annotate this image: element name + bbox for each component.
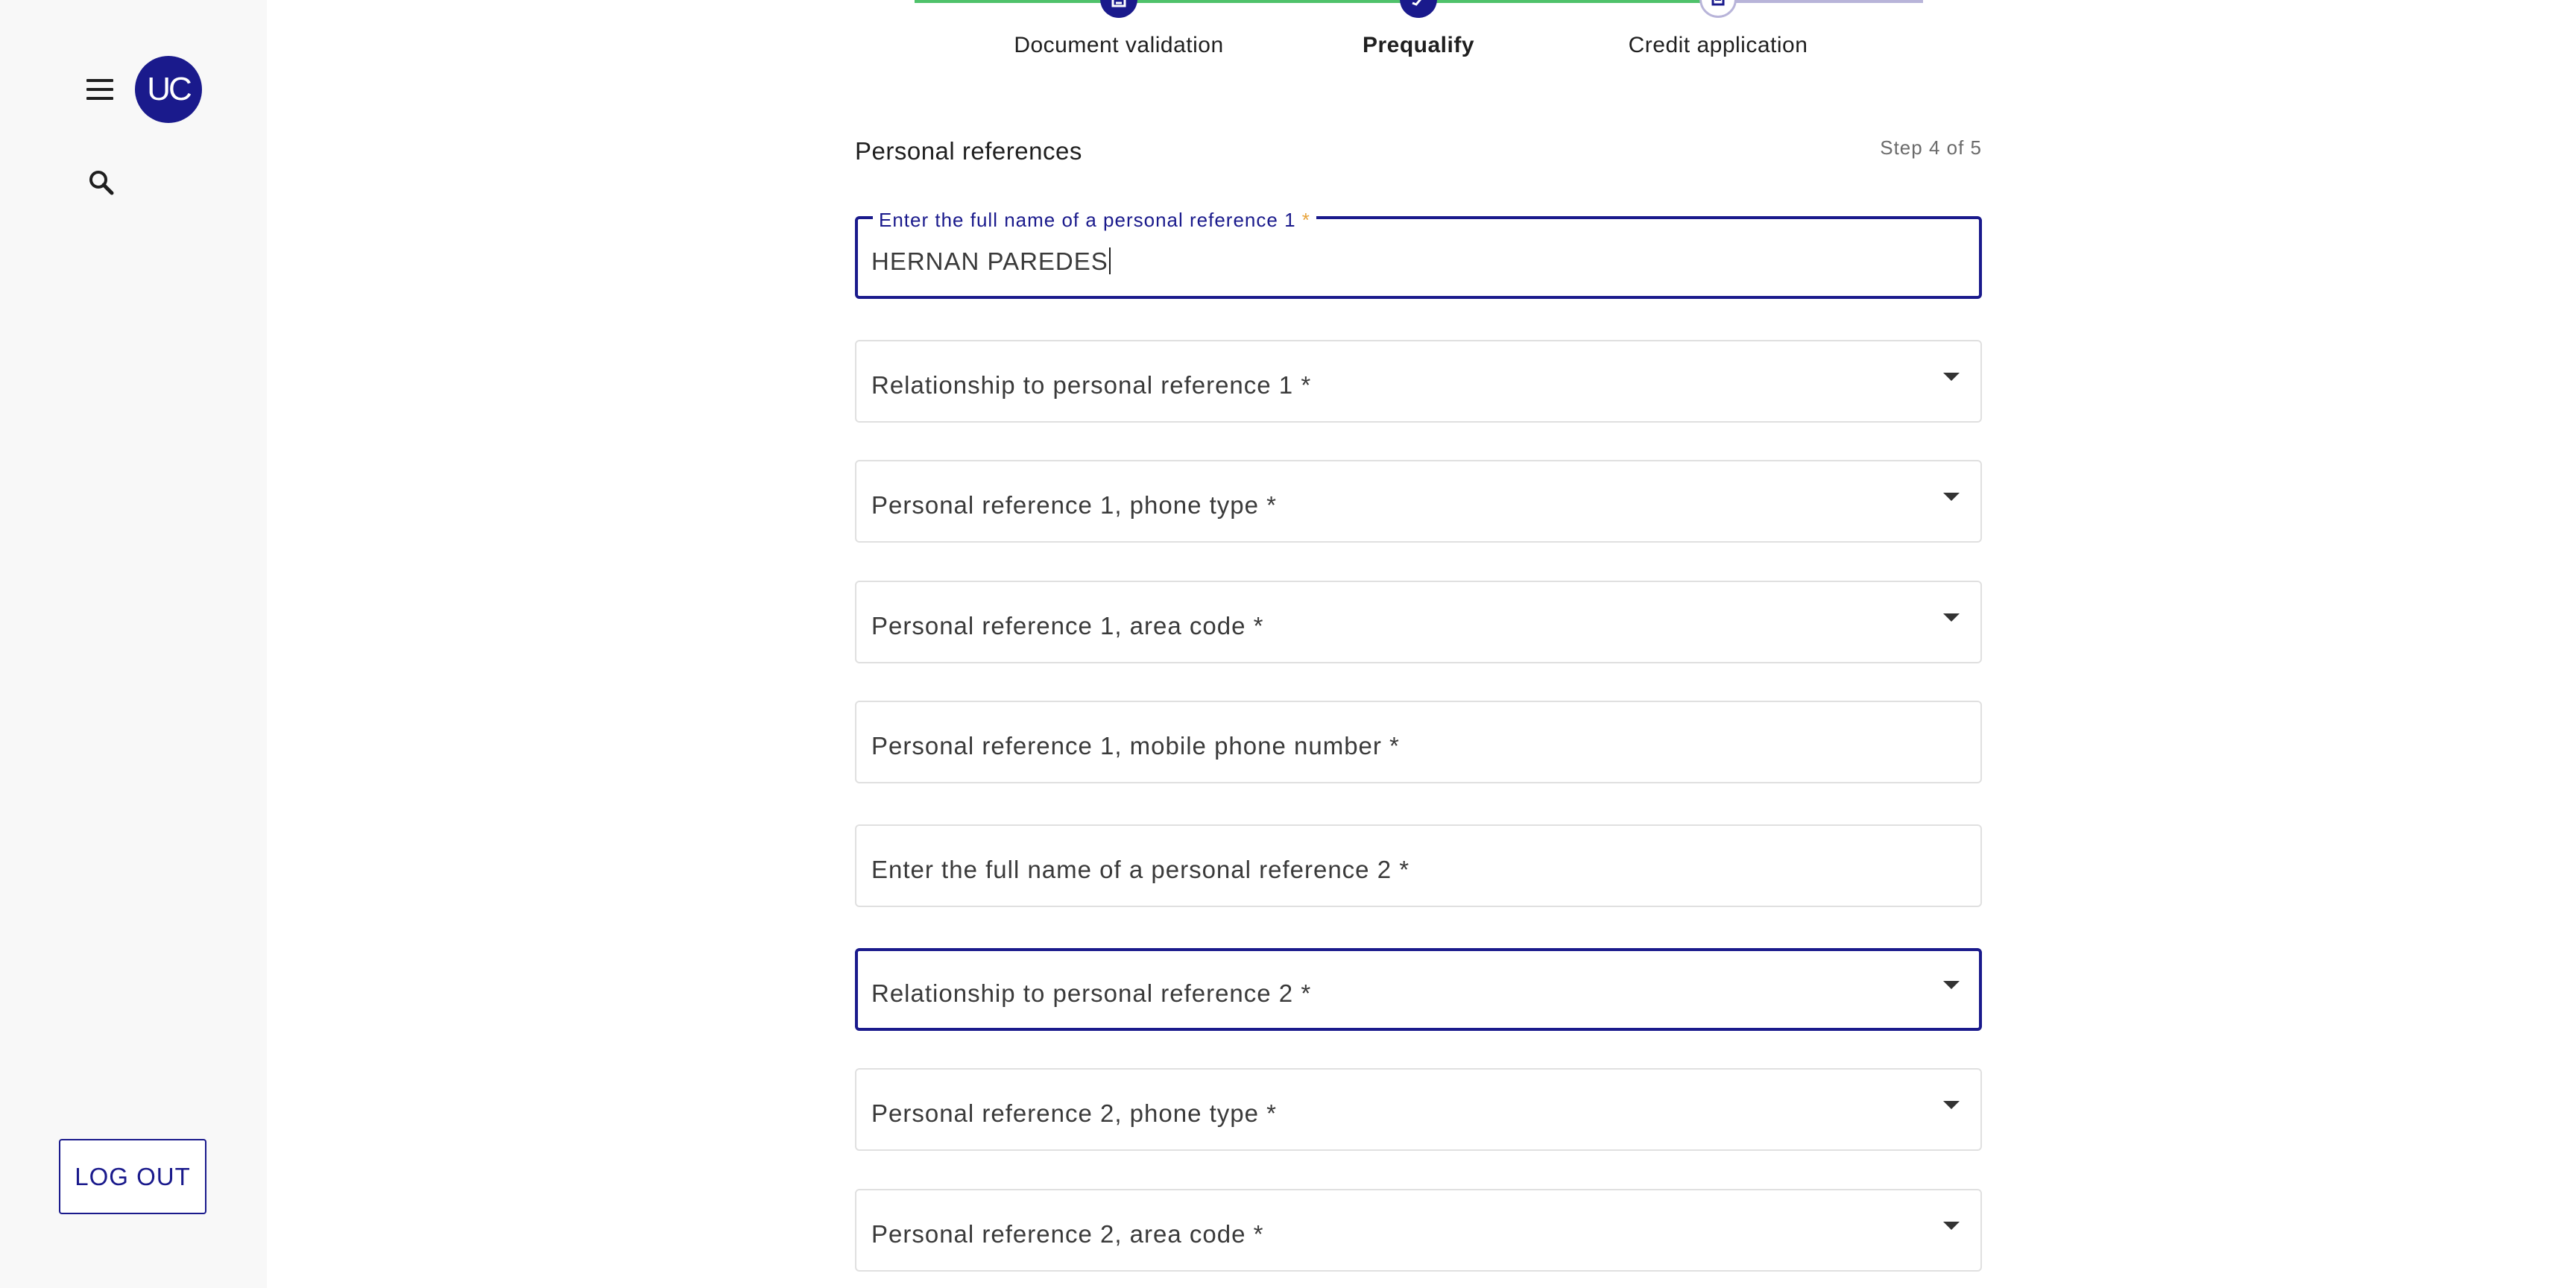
hamburger-menu-icon[interactable] <box>82 75 118 104</box>
logout-button[interactable]: LOG OUT <box>59 1139 206 1214</box>
chevron-down-icon <box>1943 373 1960 381</box>
reference-2-relationship-label: Relationship to personal reference 2 * <box>871 979 1312 1007</box>
stepper-line-completed <box>915 0 1718 3</box>
reference-2-area-code-select[interactable]: Personal reference 2, area code * <box>855 1189 1982 1272</box>
reference-2-area-code-label: Personal reference 2, area code * <box>871 1220 1264 1248</box>
search-icon[interactable] <box>86 168 118 199</box>
credit-application-step-icon <box>1699 0 1737 18</box>
reference-1-area-code-label: Personal reference 1, area code * <box>871 612 1264 640</box>
reference-1-phone-type-select[interactable]: Personal reference 1, phone type * <box>855 460 1982 543</box>
chevron-down-icon <box>1943 493 1960 501</box>
step-counter: Step 4 of 5 <box>1880 136 1982 159</box>
chevron-down-icon <box>1943 981 1960 989</box>
step-label-prequalify: Prequalify <box>1362 33 1475 57</box>
chevron-down-icon <box>1943 613 1960 622</box>
section-title: Personal references <box>855 137 1082 165</box>
chevron-down-icon <box>1943 1222 1960 1230</box>
reference-1-relationship-label: Relationship to personal reference 1 * <box>871 371 1312 399</box>
chevron-down-icon <box>1943 1101 1960 1109</box>
step-label-credit-application: Credit application <box>1628 33 1808 57</box>
reference-1-full-name-label: Enter the full name of a personal refere… <box>873 209 1316 232</box>
reference-1-mobile-number-input[interactable]: Personal reference 1, mobile phone numbe… <box>855 701 1982 783</box>
reference-1-mobile-number-label: Personal reference 1, mobile phone numbe… <box>871 732 1400 760</box>
stepper-line-pending <box>1718 0 1923 3</box>
sidebar: UC LOG OUT <box>0 0 267 1288</box>
reference-1-phone-type-label: Personal reference 1, phone type * <box>871 491 1278 519</box>
reference-1-full-name-input[interactable]: Enter the full name of a personal refere… <box>855 209 1982 299</box>
reference-1-full-name-value: HERNAN PAREDES <box>871 247 1111 276</box>
reference-2-phone-type-select[interactable]: Personal reference 2, phone type * <box>855 1068 1982 1151</box>
avatar[interactable]: UC <box>135 56 202 123</box>
reference-2-relationship-select[interactable]: Relationship to personal reference 2 * <box>855 948 1982 1031</box>
document-validation-step-icon <box>1100 0 1137 18</box>
reference-2-full-name-input[interactable]: Enter the full name of a personal refere… <box>855 824 1982 907</box>
reference-1-area-code-select[interactable]: Personal reference 1, area code * <box>855 581 1982 663</box>
reference-1-relationship-select[interactable]: Relationship to personal reference 1 * <box>855 340 1982 423</box>
prequalify-step-icon <box>1400 0 1437 18</box>
step-label-document-validation: Document validation <box>1014 33 1224 57</box>
reference-2-full-name-label: Enter the full name of a personal refere… <box>871 856 1410 883</box>
reference-2-phone-type-label: Personal reference 2, phone type * <box>871 1099 1278 1127</box>
